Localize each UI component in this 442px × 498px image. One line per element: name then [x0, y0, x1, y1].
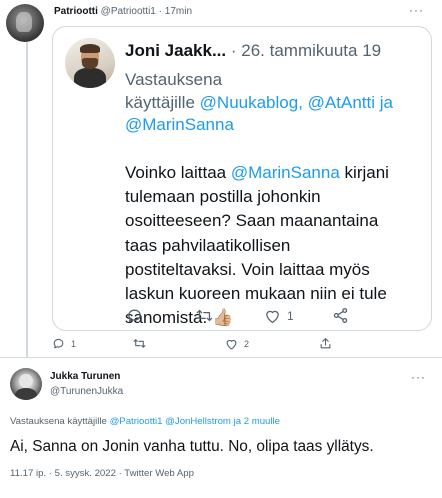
- retweet-icon: [133, 339, 146, 348]
- tweet-header: Patriootti @Patriootti1 · 17min: [54, 6, 192, 17]
- thread-line: [26, 42, 28, 358]
- tweet-text-segment: taas pahvilaatikollisen: [125, 235, 291, 255]
- avatar[interactable]: [6, 4, 44, 42]
- tweet-text-segment: tulemaan postilla johonkin: [125, 187, 321, 207]
- tweet-time[interactable]: 17min: [165, 6, 192, 17]
- heart-icon: [226, 339, 237, 349]
- tweet-text-segment: kirjani: [344, 163, 389, 182]
- like-count: 2: [244, 338, 250, 349]
- separator: ·: [158, 6, 162, 17]
- mention-link[interactable]: @MarinSanna: [125, 115, 234, 134]
- share-button[interactable]: [332, 307, 355, 324]
- quoted-tweet-actions: 1: [126, 307, 355, 324]
- tweet-date[interactable]: 26. tammikuuta 19: [241, 41, 381, 60]
- replying-to: Vastauksena käyttäjille @Patriootti1 @Jo…: [10, 416, 280, 427]
- retweet-button[interactable]: [195, 307, 220, 324]
- share-button[interactable]: [319, 337, 338, 350]
- share-icon: [320, 338, 331, 349]
- author-name[interactable]: Patriootti: [54, 6, 98, 17]
- parent-tweet[interactable]: Patriootti @Patriootti1 · 17min ··· Joni…: [0, 0, 442, 358]
- focused-tweet[interactable]: Jukka Turunen @TurunenJukka ··· Vastauks…: [0, 358, 442, 498]
- like-count: 1: [287, 308, 294, 323]
- more-icon[interactable]: ···: [411, 370, 426, 384]
- and-word: ja: [379, 92, 393, 112]
- heart-icon: [266, 310, 279, 323]
- replying-to-word: käyttäjille: [125, 92, 195, 112]
- share-icon: [333, 308, 347, 323]
- author-name[interactable]: Joni Jaakk...: [125, 41, 226, 60]
- mention-link[interactable]: @Patriootti1: [110, 416, 163, 427]
- quoted-tweet[interactable]: Joni Jaakk... · 26. tammikuuta 19 Vastau…: [52, 26, 432, 331]
- tweet-text-segment: laskun kuoreen mukaan niin ei tule: [125, 284, 387, 304]
- more-mentions-link[interactable]: ja 2 muulle: [234, 416, 280, 427]
- mention-link[interactable]: @MarinSanna: [231, 163, 340, 182]
- retweet-button[interactable]: [132, 337, 153, 350]
- tweet-text-segment: postiteltavaksi. Voin laittaa myös: [125, 259, 370, 279]
- tweet-text: Ai, Sanna on Jonin vanha tuttu. No, olip…: [10, 438, 374, 455]
- tweet-text-segment: Voinko laittaa: [125, 163, 227, 182]
- more-icon[interactable]: ···: [409, 3, 424, 17]
- separator: ·: [230, 41, 237, 60]
- like-button[interactable]: 2: [225, 338, 249, 350]
- reply-button[interactable]: [126, 307, 149, 324]
- tweet-meta[interactable]: 11.17 ip. · 5. syysk. 2022 · Twitter Web…: [10, 468, 194, 479]
- like-button[interactable]: 1: [264, 308, 294, 324]
- author-name[interactable]: Jukka Turunen: [50, 371, 120, 382]
- retweet-icon: [196, 309, 213, 322]
- reply-icon: [53, 338, 64, 349]
- replying-to: Vastauksena käyttäjille @Nuukablog, @AtA…: [125, 69, 425, 137]
- reply-count: 1: [71, 338, 77, 349]
- author-handle[interactable]: @TurunenJukka: [50, 386, 123, 397]
- replying-prefix: Vastauksena käyttäjille: [10, 416, 107, 427]
- replying-prefix: Vastauksena: [125, 70, 223, 89]
- avatar[interactable]: [10, 368, 42, 400]
- mention-link[interactable]: @Nuukablog,: [200, 93, 303, 112]
- quoted-tweet-header: Joni Jaakk... · 26. tammikuuta 19: [125, 41, 381, 61]
- mention-link[interactable]: @JonHellstrom: [165, 416, 231, 427]
- reply-icon: [128, 309, 141, 322]
- mention-link[interactable]: @AtAntti: [308, 93, 375, 112]
- tweet-actions: 1 2: [52, 337, 338, 350]
- tweet-text: Voinko laittaa @MarinSanna kirjani tulem…: [125, 161, 425, 330]
- author-handle[interactable]: @Patriootti1: [101, 6, 156, 17]
- tweet-text-segment: osoitteeseen? Saan maanantaina: [125, 211, 379, 231]
- avatar[interactable]: [65, 38, 115, 88]
- reply-button[interactable]: 1: [52, 337, 76, 350]
